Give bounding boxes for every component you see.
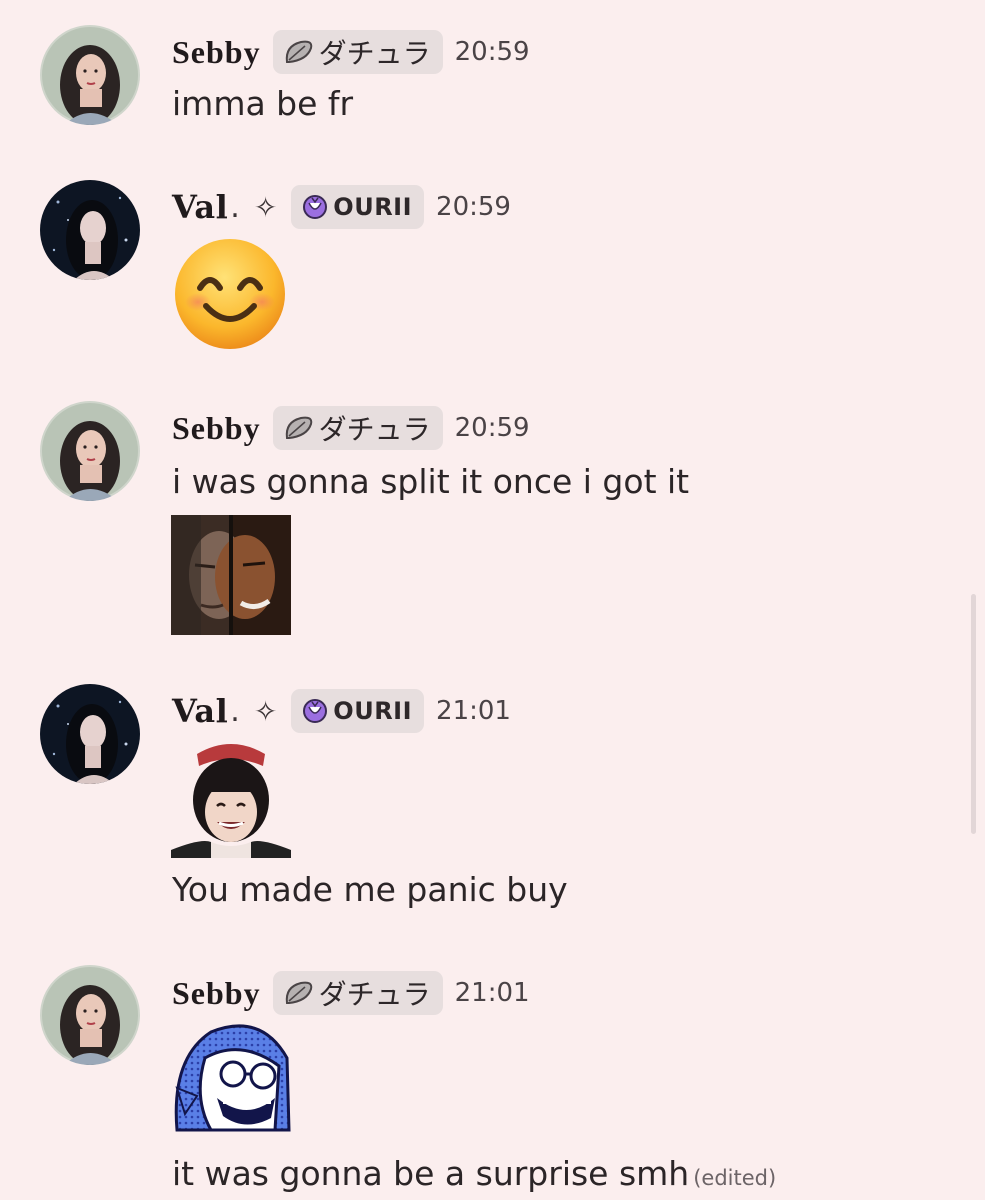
message-text: imma be fr [172, 84, 354, 123]
role-tag-label: ダチュラ [318, 37, 431, 70]
avatar-sebby[interactable] [40, 965, 140, 1065]
purple-moon-icon [301, 193, 329, 221]
scrollbar[interactable] [971, 594, 976, 834]
message-header: Sebby ダチュラ 20:59 [172, 403, 530, 453]
edited-label: (edited) [693, 1166, 777, 1190]
username-suffix: . [230, 189, 240, 225]
message-header: Sebby ダチュラ 21:01 [172, 968, 530, 1018]
blue-hair-cartoon-sticker[interactable] [171, 1018, 291, 1138]
avatar-sebby[interactable] [40, 25, 140, 125]
role-tag[interactable]: ダチュラ [272, 30, 443, 74]
timestamp: 21:01 [454, 978, 530, 1008]
role-tag-label: ダチュラ [318, 413, 431, 446]
message-text: You made me panic buy [172, 870, 568, 909]
username[interactable]: Val [172, 188, 228, 226]
sparkle-icon: ✧ [253, 190, 278, 224]
timestamp: 20:59 [436, 192, 511, 222]
laughing-girl-sticker[interactable] [171, 738, 291, 858]
message-text: it was gonna be a surprise smh (edited) [172, 1154, 776, 1193]
role-tag-label: OURII [333, 697, 413, 725]
role-tag-label: OURII [333, 193, 413, 221]
leaf-icon [283, 979, 315, 1007]
role-tag[interactable]: ダチュラ [272, 971, 443, 1015]
timestamp: 20:59 [454, 37, 530, 67]
username[interactable]: Sebby [172, 410, 261, 447]
message-header: Sebby ダチュラ 20:59 [172, 27, 530, 77]
sparkle-icon: ✧ [253, 694, 278, 728]
role-tag[interactable]: OURII [291, 689, 425, 733]
avatar-val[interactable] [40, 180, 140, 280]
role-tag[interactable]: OURII [291, 185, 425, 229]
username[interactable]: Val [172, 692, 228, 730]
message-text: i was gonna split it once i got it [172, 462, 690, 501]
smiling-face-emoji[interactable] [172, 236, 288, 356]
avatar-val[interactable] [40, 684, 140, 784]
role-tag-label: ダチュラ [318, 978, 431, 1011]
username-suffix: . [230, 693, 240, 729]
message-header: Val . ✧ OURII 21:01 [172, 686, 511, 736]
avatar-sebby[interactable] [40, 401, 140, 501]
timestamp: 21:01 [436, 696, 511, 726]
username[interactable]: Sebby [172, 34, 261, 71]
timestamp: 20:59 [454, 413, 530, 443]
leaf-icon [283, 414, 315, 442]
role-tag[interactable]: ダチュラ [272, 406, 443, 450]
purple-moon-icon [301, 697, 329, 725]
message-text-content: it was gonna be a surprise smh [172, 1154, 690, 1193]
split-face-sticker[interactable] [171, 515, 291, 635]
leaf-icon [283, 38, 315, 66]
message-header: Val . ✧ OURII 20:59 [172, 182, 511, 232]
username[interactable]: Sebby [172, 975, 261, 1012]
